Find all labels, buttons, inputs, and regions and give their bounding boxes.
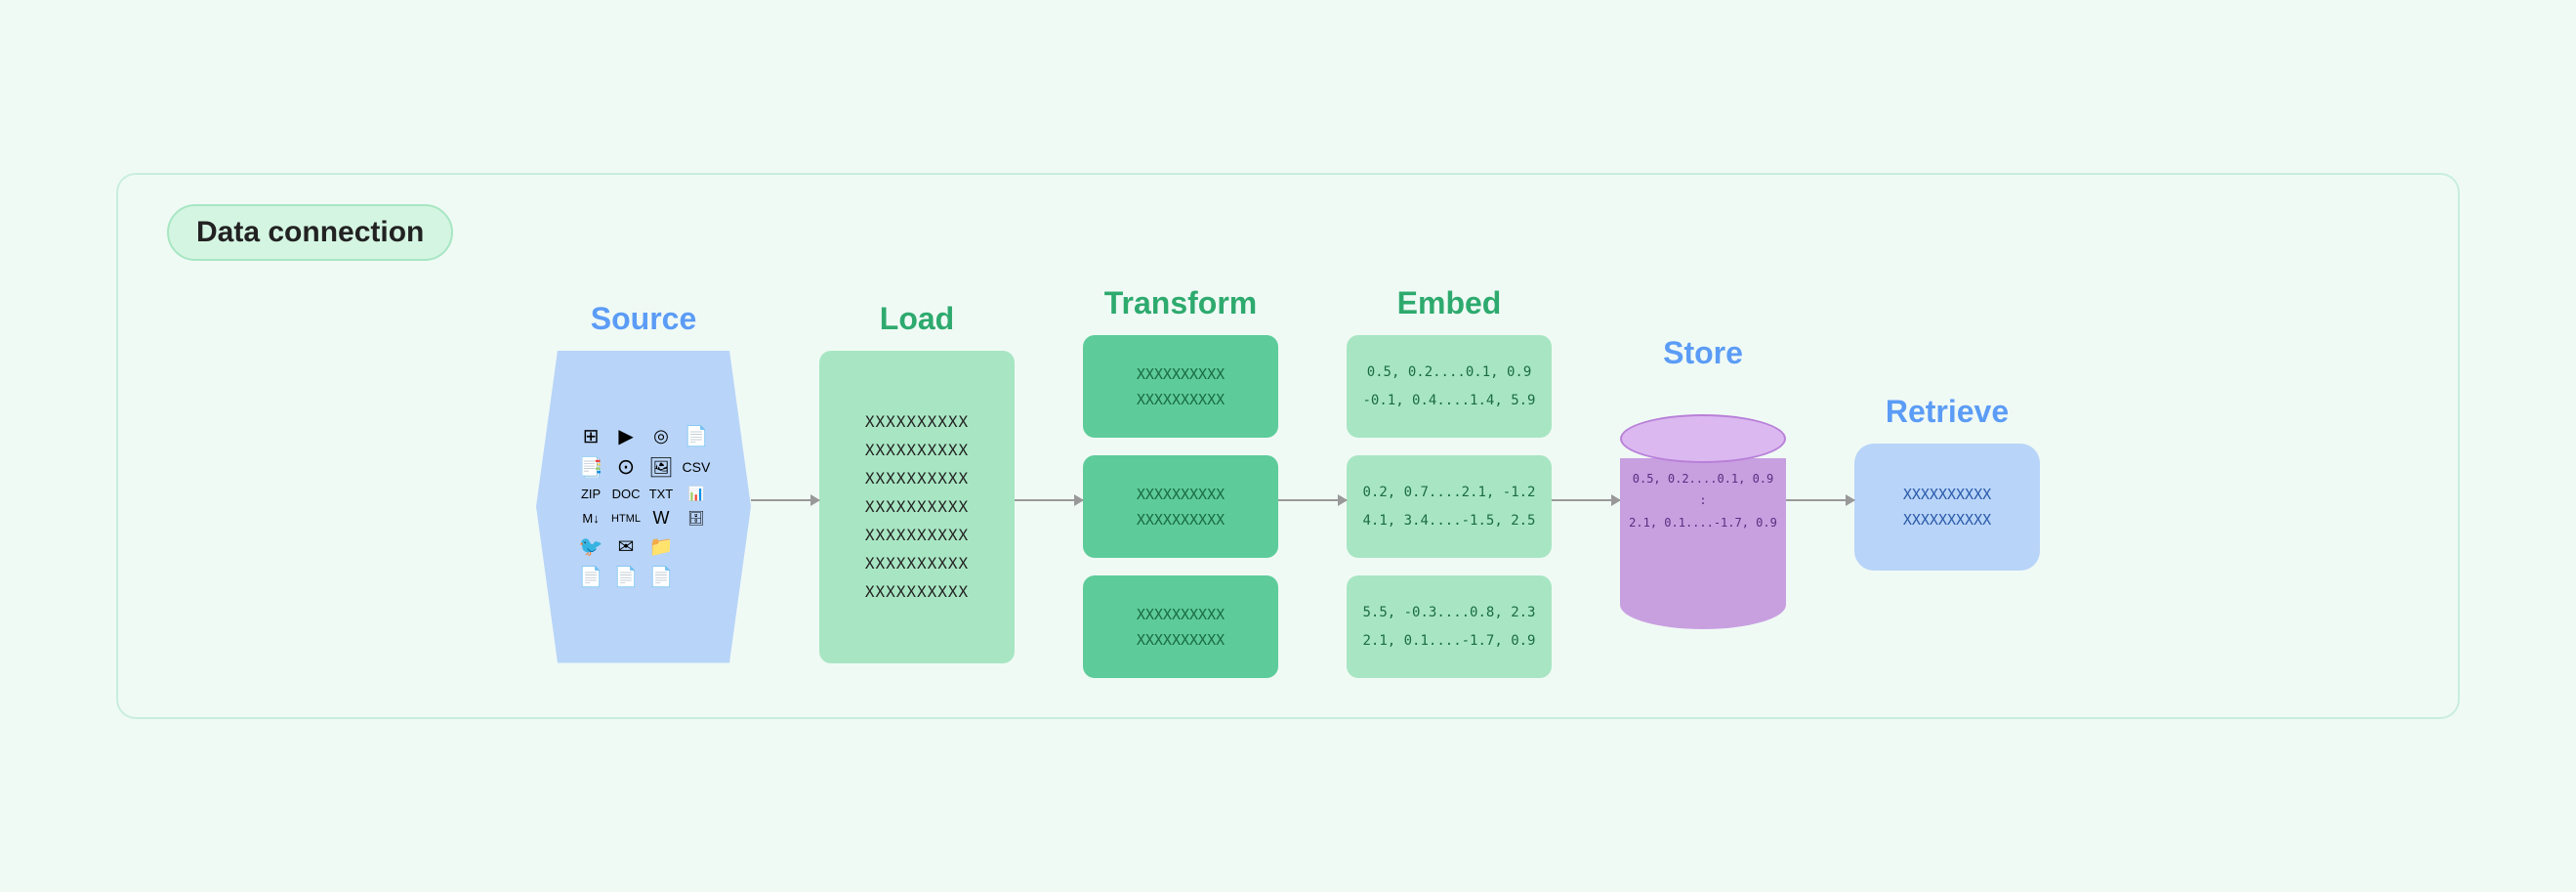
icon-csv: CSV (682, 454, 711, 480)
icon-blank (682, 534, 711, 559)
embed-col: 0.5, 0.2....0.1, 0.9 -0.1, 0.4....1.4, 5… (1347, 335, 1552, 678)
retrieve-row-2: XXXXXXXXXX (1903, 511, 1991, 529)
embed-1-line-2: -0.1, 0.4....1.4, 5.9 (1362, 390, 1535, 411)
stage-store: Store 0.5, 0.2....0.1, 0.9 : 2.1, 0.1...… (1620, 322, 1786, 629)
retrieve-label: Retrieve (1886, 394, 2009, 430)
icon-txt: TXT (646, 486, 676, 502)
store-line-2: : (1620, 489, 1786, 512)
title-badge: Data connection (167, 204, 453, 261)
icon-github: ⊙ (611, 454, 641, 480)
load-label: Load (880, 301, 954, 337)
transform-3-row-2: XXXXXXXXXX (1137, 631, 1225, 649)
transform-box-1: XXXXXXXXXX XXXXXXXXXX (1083, 335, 1278, 438)
retrieve-box: XXXXXXXXXX XXXXXXXXXX (1854, 444, 2040, 571)
transform-1-row-1: XXXXXXXXXX (1137, 365, 1225, 383)
transform-col: XXXXXXXXXX XXXXXXXXXX XXXXXXXXXX XXXXXXX… (1083, 335, 1278, 678)
stage-transform: Transform XXXXXXXXXX XXXXXXXXXX XXXXXXXX… (1083, 273, 1278, 678)
store-line-3: 2.1, 0.1....-1.7, 0.9 (1620, 512, 1786, 534)
transform-box-3: XXXXXXXXXX XXXXXXXXXX (1083, 575, 1278, 678)
transform-2-row-1: XXXXXXXXXX (1137, 486, 1225, 503)
embed-box-2: 0.2, 0.7....2.1, -1.2 4.1, 3.4....-1.5, … (1347, 455, 1552, 558)
icon-md: M↓ (576, 508, 605, 529)
icon-zip: ZIP (576, 486, 605, 502)
load-row-1: XXXXXXXXXX (865, 412, 969, 431)
diagram-title: Data connection (196, 216, 424, 248)
load-row-4: XXXXXXXXXX (865, 497, 969, 516)
embed-3-line-2: 2.1, 0.1....-1.7, 0.9 (1362, 630, 1535, 652)
icon-html: HTML (611, 508, 641, 529)
source-label: Source (591, 301, 696, 337)
source-icons-grid: ⊞ ▶ ◎ 📄 📑 ⊙ 🖼 CSV ZIP DOC TXT 📊 M↓ (547, 404, 740, 609)
embed-3-line-1: 5.5, -0.3....0.8, 2.3 (1362, 602, 1535, 623)
load-box: XXXXXXXXXX XXXXXXXXXX XXXXXXXXXX XXXXXXX… (819, 351, 1015, 663)
load-row-7: XXXXXXXXXX (865, 582, 969, 601)
embed-box-3: 5.5, -0.3....0.8, 2.3 2.1, 0.1....-1.7, … (1347, 575, 1552, 678)
transform-2-row-2: XXXXXXXXXX (1137, 511, 1225, 529)
icon-folder: 📁 (646, 534, 676, 559)
load-row-5: XXXXXXXXXX (865, 526, 969, 544)
embed-2-line-2: 4.1, 3.4....-1.5, 2.5 (1362, 510, 1535, 531)
arrow-load-transform (1015, 499, 1083, 501)
store-text: 0.5, 0.2....0.1, 0.9 : 2.1, 0.1....-1.7,… (1620, 468, 1786, 534)
icon-youtube: ▶ (611, 424, 641, 448)
transform-box-2: XXXXXXXXXX XXXXXXXXXX (1083, 455, 1278, 558)
icon-image: 🖼 (646, 454, 676, 480)
arrow-transform-embed (1278, 499, 1347, 501)
cylinder-top (1620, 414, 1786, 463)
pipeline: Source ⊞ ▶ ◎ 📄 📑 ⊙ 🖼 CSV ZIP DOC (167, 273, 2409, 678)
load-row-3: XXXXXXXXXX (865, 469, 969, 488)
load-row-2: XXXXXXXXXX (865, 441, 969, 459)
embed-label: Embed (1397, 285, 1502, 321)
icon-page3: 📄 (646, 565, 676, 589)
icon-wiki: W (646, 508, 676, 529)
icon-db: 🗄 (682, 508, 711, 529)
icon-xls: 📊 (682, 486, 711, 502)
store-cylinder-wrapper: 0.5, 0.2....0.1, 0.9 : 2.1, 0.1....-1.7,… (1620, 414, 1786, 629)
store-label: Store (1663, 335, 1743, 371)
icon-doc1: 📄 (682, 424, 711, 448)
retrieve-row-1: XXXXXXXXXX (1903, 486, 1991, 503)
arrow-embed-store (1552, 499, 1620, 501)
arrow-source-load (751, 499, 819, 501)
transform-3-row-1: XXXXXXXXXX (1137, 606, 1225, 623)
icon-file: 📑 (576, 454, 605, 480)
source-hex: ⊞ ▶ ◎ 📄 📑 ⊙ 🖼 CSV ZIP DOC TXT 📊 M↓ (536, 351, 751, 663)
transform-label: Transform (1104, 285, 1257, 321)
stage-retrieve: Retrieve XXXXXXXXXX XXXXXXXXXX (1854, 381, 2040, 571)
arrow-store-retrieve (1786, 499, 1854, 501)
icon-page1: 📄 (576, 565, 605, 589)
embed-box-1: 0.5, 0.2....0.1, 0.9 -0.1, 0.4....1.4, 5… (1347, 335, 1552, 438)
icon-blank2 (682, 565, 711, 589)
stage-embed: Embed 0.5, 0.2....0.1, 0.9 -0.1, 0.4....… (1347, 273, 1552, 678)
icon-twitter: 🐦 (576, 534, 605, 559)
embed-1-line-1: 0.5, 0.2....0.1, 0.9 (1367, 361, 1532, 383)
icon-page2: 📄 (611, 565, 641, 589)
icon-slack: ⊞ (576, 424, 605, 448)
embed-2-line-1: 0.2, 0.7....2.1, -1.2 (1362, 482, 1535, 503)
icon-email: ✉ (611, 534, 641, 559)
stage-load: Load XXXXXXXXXX XXXXXXXXXX XXXXXXXXXX XX… (819, 288, 1015, 663)
icon-discord: ◎ (646, 424, 676, 448)
store-line-1: 0.5, 0.2....0.1, 0.9 (1620, 468, 1786, 490)
transform-1-row-2: XXXXXXXXXX (1137, 391, 1225, 408)
icon-doc2: DOC (611, 486, 641, 502)
diagram-container: Data connection Source ⊞ ▶ ◎ 📄 📑 ⊙ 🖼 CS (116, 173, 2460, 719)
stage-source: Source ⊞ ▶ ◎ 📄 📑 ⊙ 🖼 CSV ZIP DOC (536, 288, 751, 663)
load-row-6: XXXXXXXXXX (865, 554, 969, 573)
